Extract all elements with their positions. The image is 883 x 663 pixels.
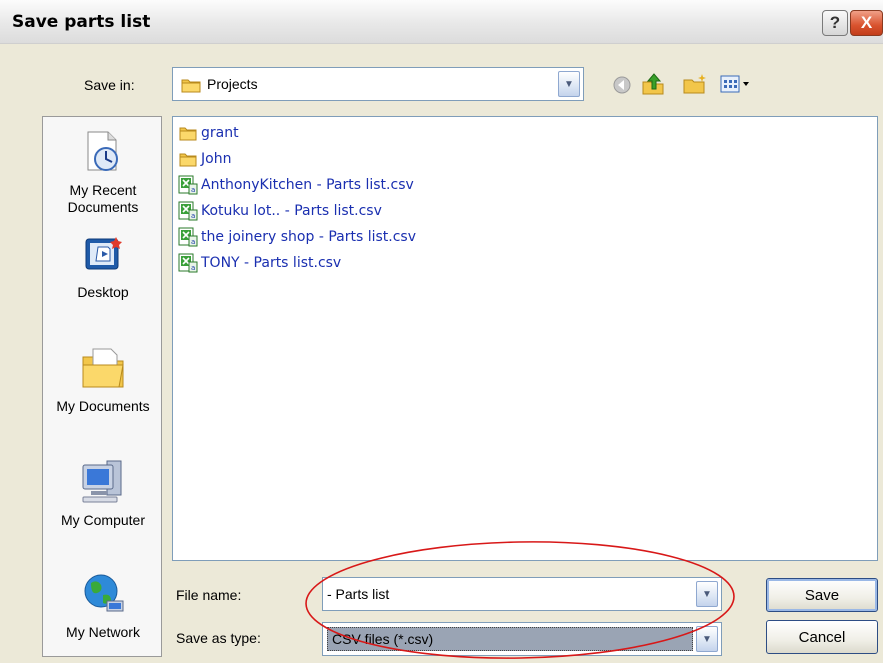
folder-icon	[177, 149, 199, 169]
title-bar[interactable]: Save parts list ? X	[0, 0, 883, 44]
save-as-type-label: Save as type:	[176, 630, 261, 646]
dialog-title: Save parts list	[12, 12, 151, 32]
file-name: TONY - Parts list.csv	[201, 255, 342, 271]
list-item[interactable]: a the joinery shop - Parts list.csv	[177, 225, 416, 249]
chevron-down-icon[interactable]: ▼	[696, 581, 718, 607]
my-computer-icon	[43, 459, 163, 508]
folder-icon	[181, 77, 201, 96]
chevron-down-icon[interactable]: ▼	[696, 626, 718, 652]
file-list[interactable]: grant John a AnthonyKitchen - Parts list…	[172, 116, 878, 561]
svg-text:a: a	[191, 238, 195, 246]
save-in-dropdown[interactable]: Projects ▼	[172, 67, 584, 101]
cancel-button[interactable]: Cancel	[766, 620, 878, 654]
csv-file-icon: a	[177, 201, 199, 221]
chevron-down-icon[interactable]: ▼	[558, 71, 580, 97]
place-label: My Documents	[56, 398, 150, 414]
place-label: My Computer	[60, 512, 146, 528]
views-menu-icon[interactable]	[720, 74, 752, 97]
svg-text:a: a	[191, 212, 195, 220]
close-button[interactable]: X	[850, 10, 883, 36]
place-my-computer[interactable]: My Computer	[43, 459, 163, 528]
place-my-network[interactable]: My Network	[43, 571, 163, 640]
svg-text:a: a	[191, 186, 195, 194]
file-name: grant	[201, 125, 239, 141]
desktop-icon	[43, 235, 163, 280]
place-label: Desktop	[77, 284, 129, 300]
file-name-label: File name:	[176, 587, 242, 603]
list-item[interactable]: a TONY - Parts list.csv	[177, 251, 341, 275]
svg-text:a: a	[191, 264, 195, 272]
file-name: the joinery shop - Parts list.csv	[201, 229, 416, 245]
folder-icon	[177, 123, 199, 143]
list-item[interactable]: grant	[177, 121, 239, 145]
save-as-type-selection: CSV files (*.csv)	[327, 627, 693, 651]
list-item[interactable]: a AnthonyKitchen - Parts list.csv	[177, 173, 414, 197]
save-dialog: Save parts list ? X Save in: Projects ▼	[0, 0, 883, 663]
my-documents-icon	[43, 343, 163, 394]
file-name-combo[interactable]: ▼	[322, 577, 722, 611]
save-button[interactable]: Save	[766, 578, 878, 612]
place-desktop[interactable]: Desktop	[43, 235, 163, 300]
up-folder-icon[interactable]	[640, 72, 666, 99]
place-my-recent-documents[interactable]: My Recent Documents	[43, 129, 163, 216]
place-my-documents[interactable]: My Documents	[43, 343, 163, 414]
save-in-label: Save in:	[84, 77, 135, 93]
places-bar: My Recent Documents Desktop My Documents…	[42, 116, 162, 657]
file-name-input[interactable]	[327, 582, 687, 606]
csv-file-icon: a	[177, 253, 199, 273]
file-name: John	[201, 151, 232, 167]
save-as-type-dropdown[interactable]: CSV files (*.csv) ▼	[322, 622, 722, 656]
save-in-value: Projects	[207, 76, 258, 92]
list-item[interactable]: a Kotuku lot.. - Parts list.csv	[177, 199, 382, 223]
place-label: My Network	[66, 624, 140, 640]
file-name: Kotuku lot.. - Parts list.csv	[201, 203, 382, 219]
list-item[interactable]: John	[177, 147, 231, 171]
help-button[interactable]: ?	[822, 10, 848, 36]
csv-file-icon: a	[177, 175, 199, 195]
my-network-icon	[43, 571, 163, 620]
place-label: My Recent Documents	[67, 182, 139, 215]
save-as-type-value: CSV files (*.csv)	[332, 631, 434, 647]
recent-documents-icon	[43, 129, 163, 178]
back-icon[interactable]	[612, 75, 632, 98]
csv-file-icon: a	[177, 227, 199, 247]
file-name: AnthonyKitchen - Parts list.csv	[201, 177, 414, 193]
new-folder-icon[interactable]	[682, 73, 708, 98]
